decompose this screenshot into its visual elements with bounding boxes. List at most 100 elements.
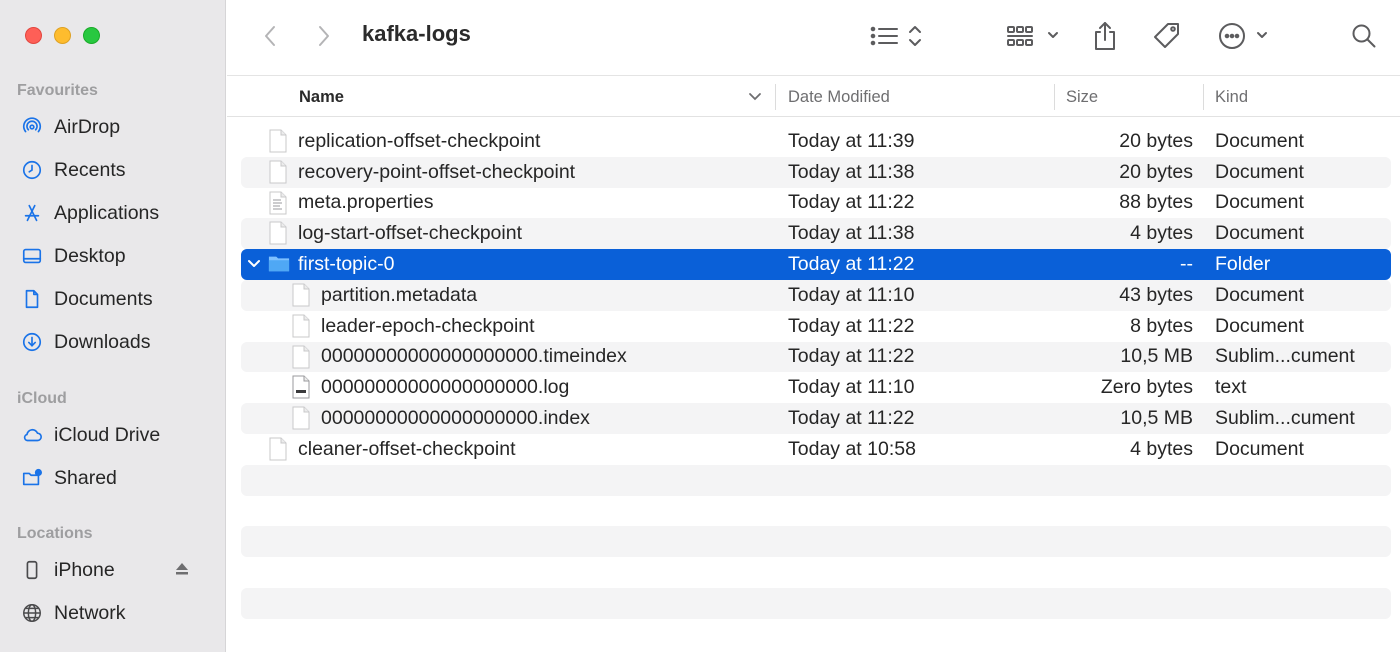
ellipsis-circle-icon	[1219, 23, 1267, 49]
column-divider[interactable]	[1203, 84, 1204, 110]
sidebar-item-network[interactable]: Network	[20, 598, 216, 628]
file-row[interactable]: leader-epoch-checkpoint Today at 11:22 8 b…	[241, 311, 1391, 342]
file-kind: Sublim...cument	[1215, 345, 1355, 368]
sidebar-item-recents[interactable]: Recents	[20, 155, 216, 185]
tag-button[interactable]	[1149, 18, 1185, 54]
sidebar-item-label: iCloud Drive	[54, 423, 161, 446]
window-title: kafka-logs	[362, 21, 471, 46]
column-size-header[interactable]: Size	[1066, 77, 1098, 117]
file-row[interactable]: cleaner-offset-checkpoint Today at 10:58 4…	[241, 434, 1391, 465]
file-size: --	[1180, 253, 1193, 276]
file-name: 00000000000000000000.log	[321, 376, 570, 399]
file-list: replication-offset-checkpoint Today at 11…	[241, 126, 1391, 650]
sidebar-item-icloud-drive[interactable]: iCloud Drive	[20, 420, 216, 450]
section-title-icloud: iCloud	[17, 390, 67, 407]
more-actions-button[interactable]	[1215, 18, 1275, 54]
column-date-header[interactable]: Date Modified	[788, 77, 890, 117]
sidebar-item-label: Desktop	[54, 244, 126, 267]
cloud-icon	[20, 423, 44, 447]
file-name: replication-offset-checkpoint	[298, 129, 541, 152]
file-row[interactable]: 00000000000000000000.index Today at 11:22…	[241, 403, 1391, 434]
file-date-modified: Today at 11:22	[788, 253, 915, 276]
column-name-header[interactable]: Name	[299, 77, 344, 117]
empty-row	[241, 619, 1391, 650]
file-row[interactable]: 00000000000000000000.log Today at 11:10 Ze…	[241, 372, 1391, 403]
zoom-window-button[interactable]	[83, 27, 100, 44]
close-window-button[interactable]	[25, 27, 42, 44]
document-icon	[268, 221, 288, 245]
search-button[interactable]	[1347, 18, 1381, 54]
file-kind: Document	[1215, 283, 1304, 306]
view-options-button[interactable]	[867, 18, 927, 54]
file-row[interactable]: replication-offset-checkpoint Today at 11…	[241, 126, 1391, 157]
file-row[interactable]: 00000000000000000000.timeindex Today at 1…	[241, 341, 1391, 373]
file-size: 10,5 MB	[1120, 345, 1193, 368]
group-button[interactable]	[1004, 18, 1064, 54]
file-row[interactable]: log-start-offset-checkpoint Today at 11:3…	[241, 218, 1391, 250]
share-button[interactable]	[1089, 18, 1121, 54]
document-icon	[268, 160, 288, 184]
sidebar-item-label: AirDrop	[54, 115, 121, 138]
file-date-modified: Today at 11:22	[788, 314, 915, 337]
folder-row[interactable]: first-topic-0 Today at 11:22 -- Folder	[241, 249, 1391, 280]
file-kind: text	[1215, 376, 1247, 399]
file-row[interactable]: partition.metadata Today at 11:10 43 bytes…	[241, 279, 1391, 311]
sidebar-item-label: Recents	[54, 158, 126, 181]
file-kind: Document	[1215, 129, 1304, 152]
sidebar-item-desktop[interactable]: Desktop	[20, 241, 216, 271]
file-size: 43 bytes	[1119, 283, 1193, 306]
document-icon	[268, 437, 288, 461]
share-icon	[1095, 22, 1115, 50]
file-name: cleaner-offset-checkpoint	[298, 437, 516, 460]
eject-icon[interactable]	[174, 560, 190, 583]
back-button[interactable]	[255, 18, 285, 54]
sidebar-item-documents[interactable]: Documents	[20, 284, 216, 314]
disclosure-chevron-down-icon[interactable]	[247, 255, 261, 279]
applications-icon	[20, 201, 44, 225]
file-name: 00000000000000000000.timeindex	[321, 345, 627, 368]
file-name: leader-epoch-checkpoint	[321, 314, 535, 337]
file-name: 00000000000000000000.index	[321, 407, 590, 430]
empty-row	[241, 557, 1391, 588]
forward-button[interactable]	[309, 18, 339, 54]
file-row[interactable]: recovery-point-offset-checkpoint Today at…	[241, 156, 1391, 188]
sidebar-item-label: Shared	[54, 466, 117, 489]
file-kind: Folder	[1215, 253, 1271, 276]
toolbar: kafka-logs	[227, 0, 1400, 76]
file-row[interactable]: meta.properties Today at 11:22 88 bytes Doc…	[241, 188, 1391, 219]
chevron-right-icon	[319, 26, 329, 46]
file-size: 10,5 MB	[1120, 407, 1193, 430]
column-divider[interactable]	[1054, 84, 1055, 110]
file-date-modified: Today at 11:10	[788, 376, 915, 399]
file-name: recovery-point-offset-checkpoint	[298, 160, 576, 183]
empty-row	[241, 526, 1391, 558]
group-icon	[1007, 26, 1058, 46]
sort-chevron-icon[interactable]	[748, 77, 762, 117]
sidebar-item-label: Applications	[54, 201, 160, 224]
column-divider[interactable]	[775, 84, 776, 110]
minimize-window-button[interactable]	[54, 27, 71, 44]
document-icon	[291, 406, 311, 430]
file-kind: Document	[1215, 437, 1304, 460]
sidebar-item-downloads[interactable]: Downloads	[20, 327, 216, 357]
sidebar-item-shared[interactable]: Shared	[20, 463, 216, 493]
empty-row	[241, 464, 1391, 496]
shared-folder-icon	[20, 466, 44, 490]
file-kind: Document	[1215, 160, 1304, 183]
folder-icon	[268, 252, 290, 276]
sidebar-item-label: Network	[54, 601, 126, 624]
clock-icon	[20, 158, 44, 182]
iphone-icon	[20, 558, 44, 582]
desktop-icon	[20, 244, 44, 268]
download-icon	[20, 330, 44, 354]
sidebar-item-iphone[interactable]: iPhone	[20, 555, 216, 585]
document-icon	[268, 129, 288, 153]
file-name: first-topic-0	[298, 253, 395, 276]
sidebar-item-applications[interactable]: Applications	[20, 198, 216, 228]
file-name: log-start-offset-checkpoint	[298, 222, 522, 245]
sidebar-item-label: Documents	[54, 287, 153, 310]
sidebar-item-label: Downloads	[54, 330, 151, 353]
column-kind-header[interactable]: Kind	[1215, 77, 1248, 117]
sidebar-item-airdrop[interactable]: AirDrop	[20, 112, 216, 142]
file-date-modified: Today at 11:38	[788, 222, 915, 245]
